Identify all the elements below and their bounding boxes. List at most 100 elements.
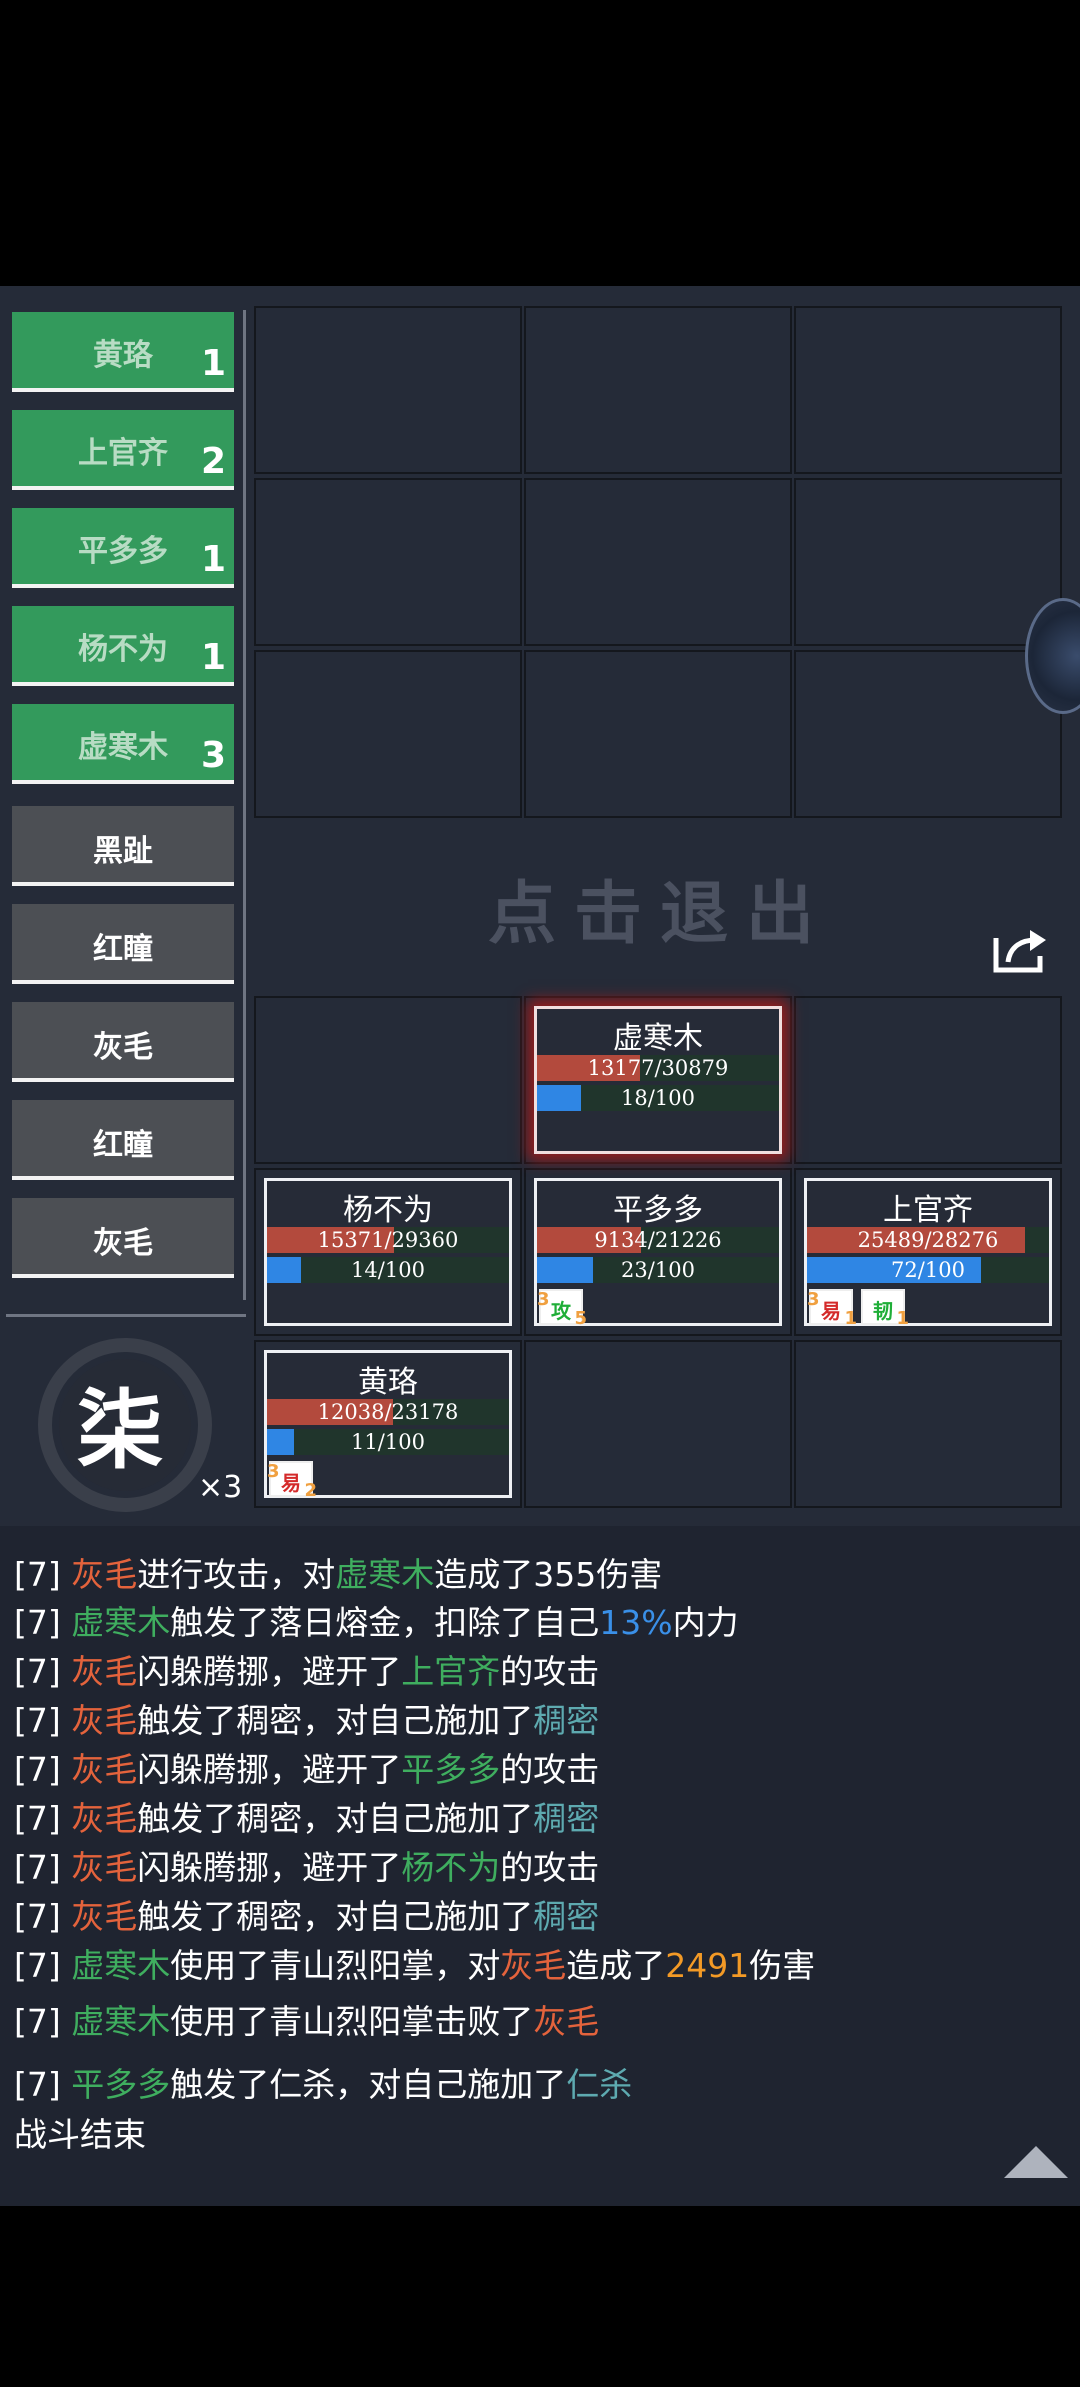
log-segment: 13% [599, 1603, 673, 1642]
grid-cell[interactable] [794, 1340, 1062, 1508]
unit-name: 上官齐 [883, 1193, 973, 1228]
enemy-item-name: 灰毛 [93, 1030, 153, 1065]
unit-card-xuhanmu[interactable]: 虚寒木 13177/30879 18/100 [534, 1006, 782, 1154]
mp-text: 72/100 [891, 1258, 965, 1282]
log-segment: 2491 [665, 1946, 750, 1985]
battle-log[interactable]: [7] 灰毛进行攻击，对虚寒木造成了355伤害 [7] 虚寒木触发了落日熔金，扣除… [0, 1526, 1080, 2206]
buff-stack: 3 [807, 1289, 820, 1310]
enemy-item-5[interactable]: 灰毛 [12, 1198, 234, 1278]
collapse-arrow-icon[interactable] [1004, 2146, 1068, 2178]
buff-icon[interactable]: 攻35 [537, 1289, 587, 1329]
log-segment: 灰毛 [71, 1897, 138, 1936]
mp-bar: 11/100 [267, 1429, 509, 1455]
share-icon[interactable] [990, 924, 1052, 976]
log-segment: 战斗结束 [14, 2115, 146, 2154]
log-segment: 灰毛 [500, 1946, 567, 1985]
nav-bar-area [0, 2206, 1080, 2387]
log-segment: 造成了 [566, 1946, 666, 1985]
team-item-count: 2 [200, 441, 226, 482]
grid-cell[interactable] [524, 478, 792, 646]
log-segment: 触发了仁杀，对自己施加了 [170, 2065, 567, 2104]
unit-card-huangluo[interactable]: 黄珞 12038/23178 11/100 易32 [264, 1350, 512, 1501]
grid-cell[interactable] [254, 478, 522, 646]
grid-cell[interactable] [254, 306, 522, 474]
log-segment: [7] [14, 2065, 72, 2104]
log-segment: 触发了落日熔金，扣除了自己 [170, 1603, 600, 1642]
team-item-2[interactable]: 上官齐 2 [12, 410, 234, 490]
log-segment: 击败 [434, 2002, 501, 2041]
enemy-item-4[interactable]: 红瞳 [12, 1100, 234, 1180]
mp-text: 23/100 [621, 1258, 695, 1282]
log-line: [7] 虚寒木触发了落日熔金，扣除了自己13%内力 [14, 1596, 739, 1644]
log-segment: 虚寒木 [71, 1946, 171, 1985]
team-item-count: 1 [200, 539, 226, 580]
team-item-count: 1 [200, 637, 226, 678]
unit-name: 平多多 [613, 1193, 703, 1228]
log-line: [7] 灰毛触发了稠密，对自己施加了稠密 [14, 1890, 599, 1938]
grid-cell[interactable] [254, 996, 522, 1164]
buff-turns: 5 [574, 1308, 587, 1329]
grid-cell[interactable] [254, 650, 522, 818]
log-line: [7] 灰毛闪躲腾挪，避开了上官齐的攻击 [14, 1645, 599, 1693]
log-segment: [7] [14, 1603, 72, 1642]
enemy-item-3[interactable]: 灰毛 [12, 1002, 234, 1082]
buff-icon[interactable]: 易32 [267, 1461, 317, 1501]
log-segment: 灰毛 [71, 1701, 138, 1740]
enemy-item-name: 红瞳 [93, 932, 153, 967]
log-segment: 伤害 [749, 1946, 816, 1985]
grid-cell[interactable] [524, 306, 792, 474]
buff-turns: 1 [844, 1308, 857, 1329]
unit-name: 杨不为 [343, 1193, 433, 1228]
grid-cell[interactable] [794, 996, 1062, 1164]
log-segment: 造成了355伤害 [434, 1555, 663, 1594]
unit-card-pingduoduo[interactable]: 平多多 9134/21226 23/100 攻35 [534, 1178, 782, 1329]
grid-cell[interactable] [794, 650, 1062, 818]
log-segment: 灰毛 [71, 1555, 138, 1594]
enemy-item-2[interactable]: 红瞳 [12, 904, 234, 984]
log-segment: 杨不为 [401, 1848, 501, 1887]
log-segment: 稠密 [533, 1897, 600, 1936]
mp-bar: 14/100 [267, 1257, 509, 1283]
log-segment: 的攻击 [500, 1652, 600, 1691]
grid-cell[interactable] [524, 1340, 792, 1508]
formation-count: ×3 [198, 1470, 243, 1505]
hp-text: 15371/29360 [317, 1228, 459, 1252]
grid-cell[interactable] [524, 650, 792, 818]
team-item-4[interactable]: 杨不为 1 [12, 606, 234, 686]
mp-bar: 23/100 [537, 1257, 779, 1283]
unit-name: 虚寒木 [613, 1021, 703, 1056]
log-line: [7] 灰毛触发了稠密，对自己施加了稠密 [14, 1792, 599, 1840]
buff-icon[interactable]: 韧1 [861, 1289, 909, 1329]
grid-cell[interactable] [794, 478, 1062, 646]
log-segment: 稠密 [533, 1799, 600, 1838]
log-segment: 灰毛 [71, 1750, 138, 1789]
exit-prompt[interactable]: 点击退出 [254, 858, 1066, 957]
hp-bar: 13177/30879 [537, 1055, 779, 1081]
log-segment: 灰毛 [71, 1848, 138, 1887]
log-segment: 虚寒木 [71, 1603, 171, 1642]
log-segment: 了 [500, 2002, 534, 2041]
unit-card-shangguanqi[interactable]: 上官齐 25489/28276 72/100 易31韧1 [804, 1178, 1052, 1329]
unit-card-yangbuwei[interactable]: 杨不为 15371/29360 14/100 [264, 1178, 512, 1326]
log-segment: 的攻击 [500, 1848, 600, 1887]
log-segment: 灰毛 [71, 1799, 138, 1838]
buff-icon[interactable]: 易31 [807, 1289, 857, 1329]
log-segment: 触发了稠密，对自己施加了 [137, 1897, 534, 1936]
log-segment: 内力 [672, 1603, 739, 1642]
team-item-3[interactable]: 平多多 1 [12, 508, 234, 588]
mp-bar: 72/100 [807, 1257, 1049, 1283]
mp-text: 14/100 [351, 1258, 425, 1282]
log-segment: 使用了青山烈阳掌，对 [170, 1946, 501, 1985]
hp-text: 25489/28276 [857, 1228, 999, 1252]
enemy-item-1[interactable]: 黑趾 [12, 806, 234, 886]
log-segment: 虚寒木 [71, 2002, 171, 2041]
log-line: [7] 虚寒木使用了青山烈阳掌击败了灰毛 [14, 1995, 599, 2043]
team-item-5[interactable]: 虚寒木 3 [12, 704, 234, 784]
log-segment: 闪躲腾挪，避开了 [137, 1652, 402, 1691]
mp-text: 18/100 [621, 1086, 695, 1110]
team-item-1[interactable]: 黄珞 1 [12, 312, 234, 392]
log-line: [7] 平多多触发了仁杀，对自己施加了仁杀 [14, 2058, 632, 2106]
status-bar-area [0, 0, 1080, 286]
log-segment: 上官齐 [401, 1652, 501, 1691]
grid-cell[interactable] [794, 306, 1062, 474]
